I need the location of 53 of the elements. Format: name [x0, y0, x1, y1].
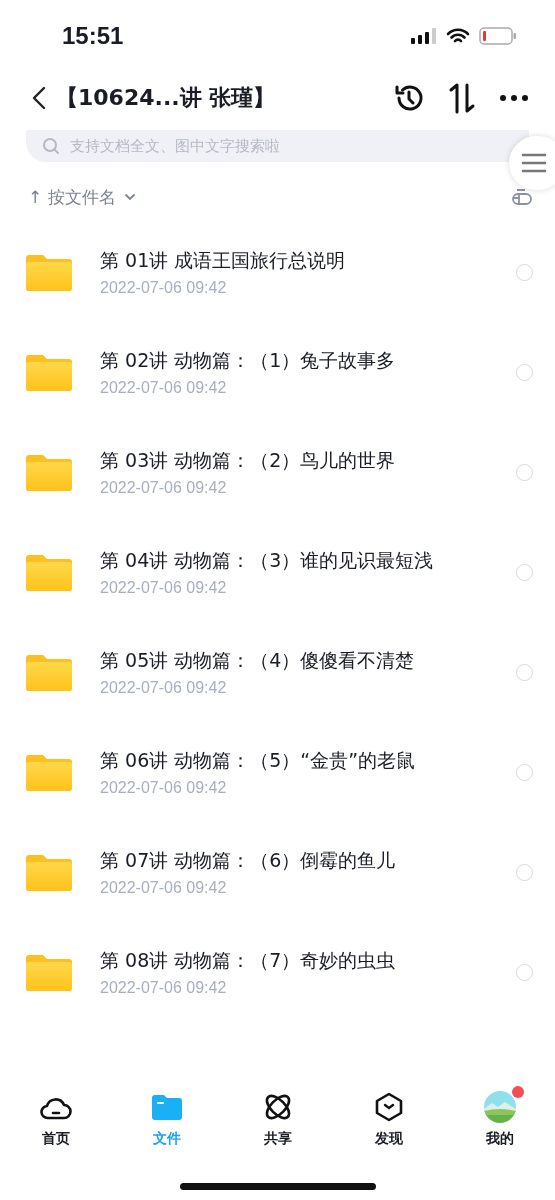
wifi-icon	[446, 27, 470, 45]
tab[interactable]: 发现	[333, 1090, 444, 1148]
folder-icon	[26, 553, 72, 591]
sort-by-name-button[interactable]: ↑ 按文件名	[28, 185, 136, 209]
folder-icon	[26, 453, 72, 491]
file-name: 第 08讲 动物篇：（7）奇妙的虫虫	[100, 947, 397, 973]
file-name: 第 01讲 成语王国旅行总说明	[100, 247, 347, 273]
folder-icon	[26, 753, 72, 791]
tab[interactable]: 我的	[444, 1090, 555, 1148]
folder-icon	[26, 653, 72, 691]
chevron-down-icon	[123, 193, 136, 201]
folder-icon	[151, 1094, 182, 1120]
folder-icon	[26, 353, 72, 391]
folder-icon	[26, 853, 72, 891]
sort-icon[interactable]	[447, 82, 477, 114]
file-date: 2022-07-06 09:42	[100, 678, 228, 697]
back-icon[interactable]	[32, 86, 46, 110]
hexagon-icon	[374, 1092, 403, 1122]
file-date: 2022-07-06 09:42	[100, 378, 228, 397]
file-name: 第 05讲 动物篇：（4）傻傻看不清楚	[100, 647, 416, 673]
file-date: 2022-07-06 09:42	[100, 978, 228, 997]
file-row[interactable]: 第 01讲 成语王国旅行总说明 2022-07-06 09:42	[0, 222, 555, 322]
file-row[interactable]: 第 05讲 动物篇：（4）傻傻看不清楚 2022-07-06 09:42	[0, 622, 555, 722]
folder-icon	[26, 253, 72, 291]
search-icon	[42, 137, 60, 155]
file-date: 2022-07-06 09:42	[100, 778, 228, 797]
tab[interactable]: 首页	[0, 1090, 111, 1148]
file-date: 2022-07-06 09:42	[100, 478, 228, 497]
file-date: 2022-07-06 09:42	[100, 278, 228, 297]
signal-icon	[411, 28, 437, 44]
file-name: 第 07讲 动物篇：（6）倒霉的鱼儿	[100, 847, 397, 873]
file-name: 第 04讲 动物篇：（3）谁的见识最短浅	[100, 547, 435, 573]
file-row[interactable]: 第 06讲 动物篇：（5）“金贵”的老鼠 2022-07-06 09:42	[0, 722, 555, 822]
file-date: 2022-07-06 09:42	[100, 578, 228, 597]
battery-icon	[479, 27, 517, 45]
status-time: 15:51	[62, 22, 124, 50]
folder-icon	[26, 953, 72, 991]
tab[interactable]: 共享	[222, 1090, 333, 1148]
folder-title: 【10624...讲 张瑾】	[56, 84, 277, 112]
file-row[interactable]: 第 08讲 动物篇：（7）奇妙的虫虫 2022-07-06 09:42	[0, 922, 555, 1022]
view-toggle-icon[interactable]	[511, 189, 533, 205]
more-icon[interactable]	[499, 94, 529, 102]
file-row[interactable]: 第 02讲 动物篇：（1）兔子故事多 2022-07-06 09:42	[0, 322, 555, 422]
menu-button[interactable]	[509, 136, 555, 190]
file-name: 第 03讲 动物篇：（2）鸟儿的世界	[100, 447, 397, 473]
file-date: 2022-07-06 09:42	[100, 878, 228, 897]
search-field[interactable]: 支持文档全文、图中文字搜索啦	[26, 130, 529, 162]
file-name: 第 02讲 动物篇：（1）兔子故事多	[100, 347, 397, 373]
file-row[interactable]: 第 07讲 动物篇：（6）倒霉的鱼儿 2022-07-06 09:42	[0, 822, 555, 922]
file-name: 第 06讲 动物篇：（5）“金贵”的老鼠	[100, 747, 417, 773]
file-row[interactable]: 第 04讲 动物篇：（3）谁的见识最短浅 2022-07-06 09:42	[0, 522, 555, 622]
menu-icon	[521, 153, 547, 173]
file-row[interactable]: 第 03讲 动物篇：（2）鸟儿的世界 2022-07-06 09:42	[0, 422, 555, 522]
